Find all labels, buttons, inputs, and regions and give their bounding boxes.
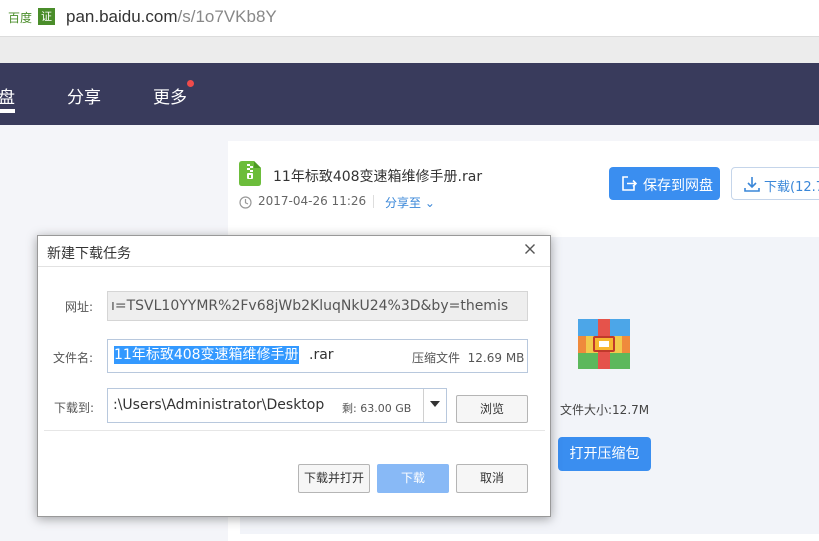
nav-item-more[interactable]: 更多 [153,83,187,108]
download-button[interactable]: 下载(12.7 [731,167,819,200]
file-size-value: 12.69 MB [467,351,525,365]
save-path-value: :\Users\Administrator\Desktop [113,397,325,413]
save-icon [622,176,638,191]
url-path: /s/1o7VKb8Y [177,7,277,26]
url-value: ı=TSVL10YYMR%2Fv68jWb2KluqNkU24%3D&by=th… [111,298,509,314]
nav-item-share[interactable]: 分享 [67,83,101,108]
save-button-label: 保存到网盘 [643,178,713,194]
filename-selected-text: 11年标致408变速箱维修手册 [114,346,299,364]
download-button-label: 下载(12.7 [764,180,819,195]
nav-item-disk[interactable]: 盘 [0,83,15,108]
archive-icon [578,319,630,369]
download-and-open-button[interactable]: 下载并打开 [298,464,370,493]
chevron-down-icon: ⌄ [424,196,435,210]
filename-label: 文件名: [53,351,94,365]
zip-file-icon [239,161,261,186]
combobox-divider [423,389,424,422]
share-to-dropdown[interactable]: 分享至 ⌄ [385,194,435,211]
download-icon [744,177,760,192]
free-space: 剩: 63.00 GB [342,402,412,415]
certificate-icon[interactable]: 证 [38,8,55,25]
site-badge: 百度 [8,11,33,25]
url-label: 网址: [65,300,94,314]
divider [373,195,374,208]
dropdown-arrow-icon[interactable] [430,401,440,407]
file-date: 2017-04-26 11:26 [258,194,367,208]
close-icon[interactable] [522,241,538,257]
dialog-title: 新建下载任务 [47,246,131,262]
dialog-divider [44,430,545,431]
file-type-info: 压缩文件 12.69 MB [412,349,524,366]
clock-icon [239,196,252,209]
browse-button[interactable]: 浏览 [456,395,528,423]
file-name: 11年标致408变速箱维修手册.rar [273,169,483,185]
nav-active-indicator [0,109,15,113]
download-confirm-button[interactable]: 下载 [377,464,449,493]
notification-dot [187,80,194,87]
filename-extension: .rar [309,347,334,363]
file-size: 文件大小:12.7M [560,403,650,417]
url-field[interactable]: ı=TSVL10YYMR%2Fv68jWb2KluqNkU24%3D&by=th… [107,291,528,321]
dialog-title-divider [38,266,550,267]
save-to-disk-button[interactable]: 保存到网盘 [609,167,720,200]
url-text[interactable]: pan.baidu.com/s/1o7VKb8Y [66,7,277,27]
cancel-button[interactable]: 取消 [456,464,528,493]
share-to-label: 分享至 [385,196,422,210]
url-host: pan.baidu.com [66,7,178,26]
browser-toolbar-strip [0,37,819,63]
top-nav [0,63,819,125]
file-type: 压缩文件 [412,351,461,365]
open-archive-button[interactable]: 打开压缩包 [558,437,651,471]
save-path-label: 下载到: [54,401,95,415]
